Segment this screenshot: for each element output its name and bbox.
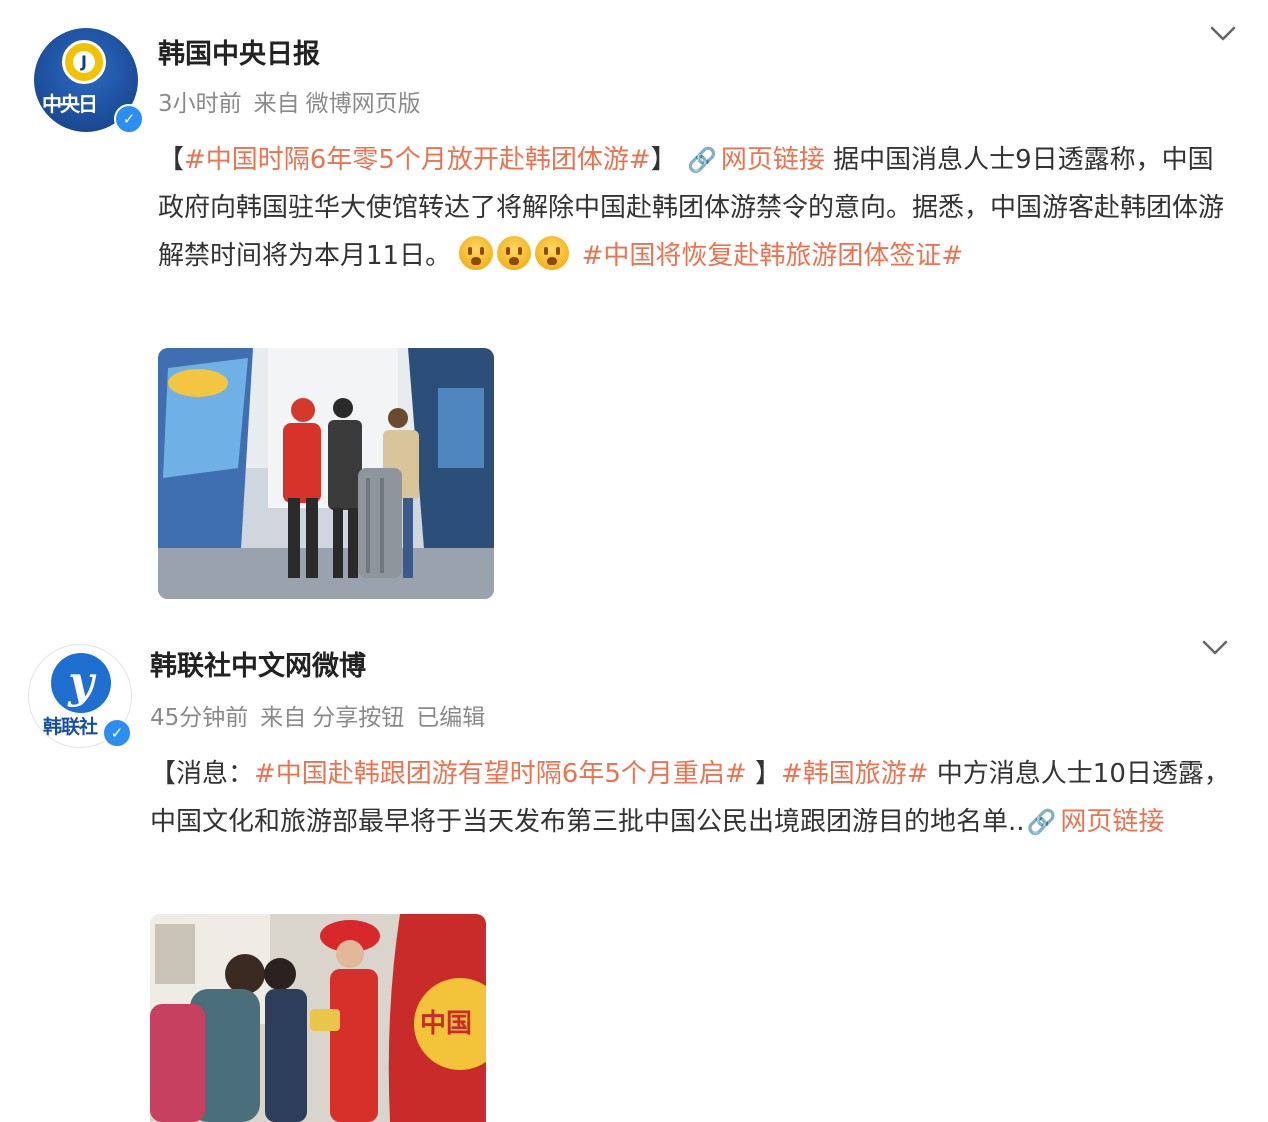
hashtag-link[interactable]: #中国时隔6年零5个月放开赴韩团体游# [184, 145, 651, 175]
post-image[interactable] [158, 348, 494, 599]
logo-letter: J [73, 51, 95, 73]
chevron-down-icon[interactable] [1200, 636, 1230, 660]
web-link-label: 网页链接 [720, 145, 825, 175]
source-prefix: 来自 [260, 705, 307, 731]
link-icon: 🔗 [686, 146, 717, 174]
bracket-close: 】 [754, 759, 781, 789]
logo-ring: J [62, 40, 106, 84]
photo-tour-guide-group: 中国 [150, 914, 486, 1122]
photo-tourists-luggage [158, 348, 494, 599]
crying-emoji-icon [459, 236, 494, 270]
edited-label[interactable]: 已编辑 [416, 705, 485, 731]
web-link[interactable]: 🔗 网页链接 [685, 145, 825, 175]
bracket-open: 【消息： [150, 759, 255, 789]
author-name[interactable]: 韩国中央日报 [158, 38, 320, 72]
link-icon: 🔗 [1026, 808, 1057, 836]
author-avatar[interactable]: y 韩联社 ✓ [28, 644, 132, 748]
vest-text: 中国 [420, 1009, 472, 1039]
post-card: J 中央日 ✓ 韩国中央日报 3小时前 来自 微博网页版 【#中国时隔6年零5个月放… [0, 0, 1268, 620]
author-name[interactable]: 韩联社中文网微博 [150, 650, 366, 684]
post-time[interactable]: 45分钟前 [150, 705, 248, 731]
hashtag-link[interactable]: #中国赴韩跟团游有望时隔6年5个月重启# [254, 759, 747, 789]
post-meta: 3小时前 来自 微博网页版 [158, 89, 433, 119]
logo-letter: y [51, 653, 111, 713]
verified-badge-icon: ✓ [102, 718, 132, 748]
post-content: 【#中国时隔6年零5个月放开赴韩团体游#】 🔗 网页链接 据中国消息人士9日透露称… [158, 136, 1238, 280]
crying-emoji-icon [535, 236, 570, 270]
post-image[interactable]: 中国 [150, 914, 486, 1122]
hashtag-link[interactable]: #中国将恢复赴韩旅游团体签证# [582, 241, 964, 271]
bracket-open: 【 [158, 145, 185, 175]
verified-badge-icon: ✓ [114, 104, 144, 134]
source-prefix: 来自 [253, 91, 300, 117]
crying-emoji-icon [497, 236, 532, 270]
bracket-close: 】 [650, 145, 677, 175]
logo-text: 韩联社 [43, 716, 98, 738]
author-avatar[interactable]: J 中央日 ✓ [34, 28, 144, 134]
web-link[interactable]: 🔗 网页链接 [1025, 807, 1165, 837]
post-card: y 韩联社 ✓ 韩联社中文网微博 45分钟前 来自 分享按钮 已编辑 【消息：#中国赴… [0, 620, 1268, 1122]
weibo-feed: J 中央日 ✓ 韩国中央日报 3小时前 来自 微博网页版 【#中国时隔6年零5个月放… [0, 0, 1268, 1122]
chevron-down-icon[interactable] [1208, 22, 1238, 46]
web-link-label: 网页链接 [1060, 807, 1165, 837]
post-source: 分享按钮 [312, 705, 405, 731]
post-time[interactable]: 3小时前 [158, 91, 242, 117]
post-meta: 45分钟前 来自 分享按钮 已编辑 [150, 703, 497, 733]
emoji-group [459, 236, 573, 271]
post-source: 微博网页版 [305, 91, 421, 117]
post-content: 【消息：#中国赴韩跟团游有望时隔6年5个月重启# 】#韩国旅游# 中方消息人士1… [150, 750, 1230, 846]
hashtag-link[interactable]: #韩国旅游# [781, 759, 929, 789]
